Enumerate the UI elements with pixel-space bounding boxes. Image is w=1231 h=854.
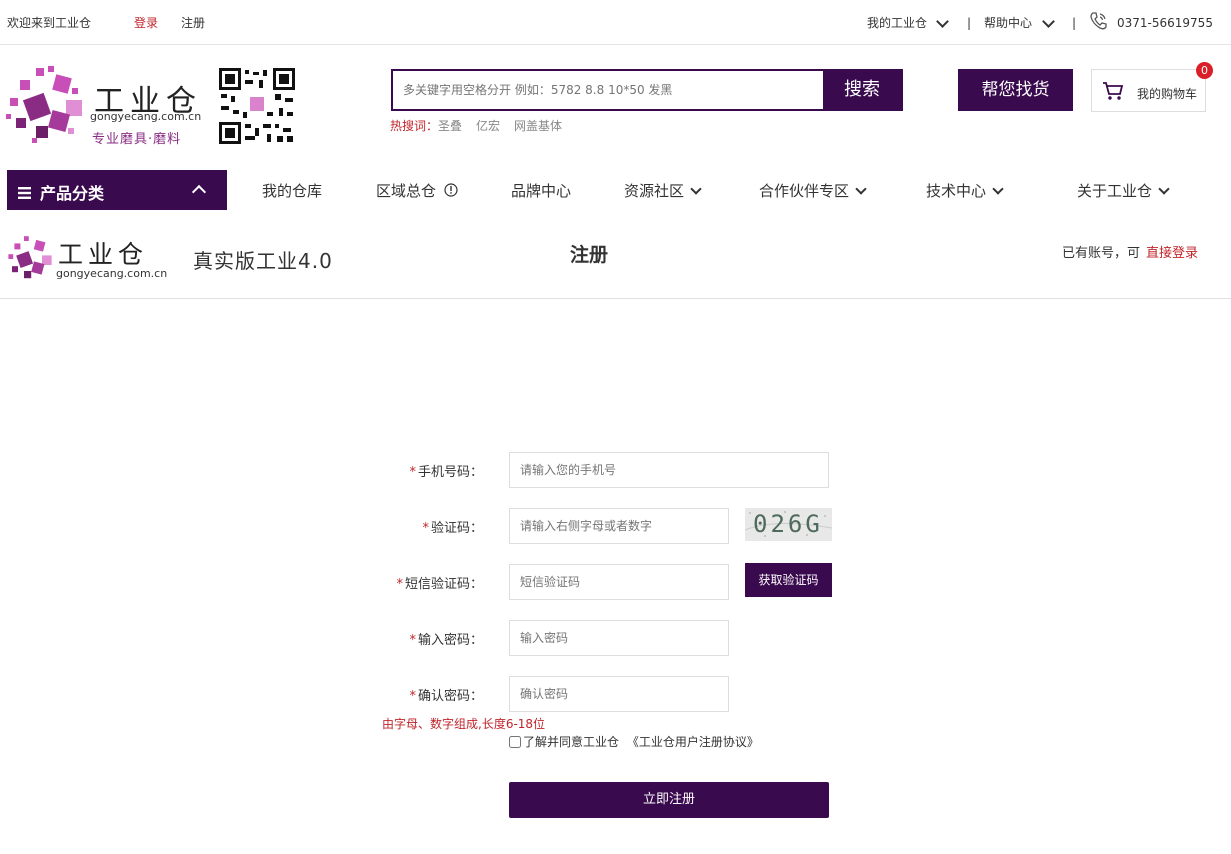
help-find-button[interactable]: 帮您找货 [958, 69, 1073, 111]
my-account-menu[interactable]: 我的工业仓 [867, 15, 927, 31]
chevron-down-icon [992, 183, 1004, 195]
password-hint: 由字母、数字组成,长度6-18位 [382, 717, 546, 731]
phone-icon [1089, 11, 1107, 35]
brand-domain: gongyecang.com.cn [90, 110, 202, 123]
search-input[interactable] [393, 71, 825, 109]
nav-item-tech[interactable]: 技术中心 [926, 181, 1004, 201]
nav-item-brand[interactable]: 品牌中心 [511, 181, 571, 201]
confirm-password-input[interactable] [509, 676, 729, 712]
register-submit-button[interactable]: 立即注册 [509, 782, 829, 818]
nav-item-warehouse[interactable]: 我的仓库 [262, 181, 322, 201]
cart-count-badge: 0 [1196, 62, 1213, 79]
nav-item-about[interactable]: 关于工业仓 [1077, 181, 1170, 201]
phone-number: 0371-56619755 [1117, 16, 1213, 30]
agree-text: 了解并同意工业仓 [523, 735, 620, 749]
nav-item-partner[interactable]: 合作伙伴专区 [759, 181, 867, 201]
site-logo[interactable]: 工业仓 gongyecang.com.cn 专业磨具·磨料 [6, 66, 206, 148]
welcome-text: 欢迎来到工业仓 [7, 16, 92, 30]
divider [0, 298, 1231, 299]
hot-word[interactable]: 圣叠 [438, 119, 462, 133]
cart-button[interactable]: 我的购物车 0 [1091, 62, 1213, 112]
qr-code [219, 68, 295, 144]
cart-label: 我的购物车 [1137, 87, 1198, 101]
nav-item-community[interactable]: 资源社区 [624, 181, 702, 201]
logo-mark-icon [8, 236, 52, 279]
brand-tagline: 专业磨具·磨料 [92, 132, 182, 147]
has-account-text: 已有账号，可 直接登录 [1062, 246, 1199, 261]
chevron-down-icon [855, 183, 867, 195]
register-link[interactable]: 注册 [181, 15, 205, 31]
phone-input[interactable] [509, 452, 829, 488]
agreement-row: 了解并同意工业仓 《工业仓用户注册协议》 [509, 733, 759, 750]
info-icon [444, 183, 458, 197]
separator: | [967, 16, 972, 30]
sms-code-input[interactable] [509, 564, 729, 600]
search-button[interactable]: 搜索 [823, 71, 901, 109]
captcha-image[interactable]: 026G [744, 508, 833, 541]
hot-word[interactable]: 亿宏 [476, 119, 500, 133]
agreement-link[interactable]: 《工业仓用户注册协议》 [627, 735, 759, 749]
brand-name: 工业仓 [58, 240, 149, 269]
chevron-down-icon [1158, 183, 1170, 195]
brand-domain: gongyecang.com.cn [56, 267, 168, 280]
confirm-password-label: * 确认密码： [409, 689, 483, 704]
hot-label: 热搜词： [390, 119, 439, 133]
sms-label: * 短信验证码： [396, 577, 483, 592]
chevron-down-icon [1042, 14, 1055, 30]
hot-word[interactable]: 网盖基体 [514, 119, 562, 133]
phone-label: * 手机号码： [409, 465, 483, 480]
chevron-up-icon [191, 184, 207, 200]
logo-mark-icon [6, 66, 82, 143]
separator: | [1072, 16, 1077, 30]
category-label: 产品分类 [40, 184, 105, 203]
chevron-down-icon [690, 183, 702, 195]
hot-words: 热搜词：圣叠 亿宏 网盖基体 [390, 117, 576, 134]
cart-icon [1102, 81, 1124, 104]
agree-checkbox[interactable] [509, 736, 521, 748]
direct-login-link[interactable]: 直接登录 [1146, 246, 1198, 261]
slogan: 真实版工业4.0 [193, 249, 333, 273]
get-sms-code-button[interactable]: 获取验证码 [745, 563, 832, 597]
chevron-down-icon [936, 14, 949, 30]
captcha-text: 026G [753, 510, 823, 538]
captcha-label: * 验证码： [422, 521, 483, 536]
login-link[interactable]: 登录 [134, 15, 158, 31]
search-box: 搜索 [391, 69, 903, 111]
captcha-input[interactable] [509, 508, 729, 544]
register-logo[interactable]: 工业仓 gongyecang.com.cn [6, 234, 168, 284]
top-bar: 欢迎来到工业仓 登录 注册 我的工业仓 | 帮助中心 | 0371-566197… [0, 0, 1231, 45]
help-center-menu[interactable]: 帮助中心 [984, 15, 1032, 31]
password-input[interactable] [509, 620, 729, 656]
menu-icon [18, 184, 31, 203]
page-title: 注册 [570, 244, 609, 266]
nav-item-regional[interactable]: 区域总仓 [376, 181, 458, 201]
product-category-button[interactable]: 产品分类 [7, 170, 227, 210]
password-label: * 输入密码： [409, 633, 483, 648]
